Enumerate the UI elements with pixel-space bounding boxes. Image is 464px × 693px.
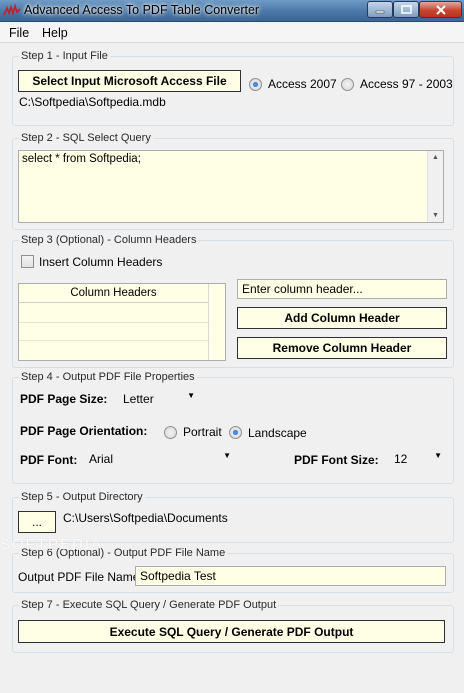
title-bar: Advanced Access To PDF Table Converter <box>0 0 464 22</box>
font-label: PDF Font: <box>20 453 78 467</box>
access-97-label: Access 97 - 2003 <box>360 77 453 91</box>
remove-column-header-button[interactable]: Remove Column Header <box>237 337 447 359</box>
output-file-name-input[interactable]: Softpedia Test <box>135 566 446 586</box>
step7-title: Step 7 - Execute SQL Query / Generate PD… <box>19 598 279 612</box>
portrait-label: Portrait <box>183 425 222 439</box>
grid-line <box>19 322 209 323</box>
window-title: Advanced Access To PDF Table Converter <box>24 3 260 17</box>
minimize-icon <box>375 10 385 13</box>
dropdown-arrow-icon: ▼ <box>434 451 442 460</box>
scroll-down-icon[interactable]: ▼ <box>432 212 439 219</box>
portrait-radio[interactable] <box>164 426 177 439</box>
landscape-label: Landscape <box>248 426 307 440</box>
grid-scrollbar[interactable] <box>208 284 225 360</box>
sql-query-input[interactable]: select * from Softpedia; ▲ ▼ <box>18 150 444 223</box>
step6-group: Step 6 (Optional) - Output PDF File Name… <box>12 546 454 593</box>
close-icon <box>435 4 446 15</box>
minimize-button[interactable] <box>367 1 393 18</box>
sql-scrollbar[interactable]: ▲ ▼ <box>427 151 443 222</box>
output-file-name-label: Output PDF File Name: <box>18 570 143 584</box>
sql-query-text: select * from Softpedia; <box>22 153 141 165</box>
font-size-value: 12 <box>394 452 408 466</box>
step3-group: Step 3 (Optional) - Column Headers Inser… <box>12 233 454 368</box>
menu-help[interactable]: Help <box>42 26 68 40</box>
select-input-file-button[interactable]: Select Input Microsoft Access File <box>18 70 241 92</box>
step7-group: Step 7 - Execute SQL Query / Generate PD… <box>12 598 454 653</box>
column-headers-grid-header: Column Headers <box>19 284 209 303</box>
insert-headers-checkbox[interactable] <box>21 255 34 268</box>
page-size-label: PDF Page Size: <box>20 392 108 406</box>
maximize-icon <box>400 5 412 14</box>
step3-title: Step 3 (Optional) - Column Headers <box>19 233 199 247</box>
grid-line <box>19 340 209 341</box>
access-2007-radio[interactable] <box>249 78 262 91</box>
font-size-label: PDF Font Size: <box>294 453 379 467</box>
menu-file[interactable]: File <box>9 26 29 40</box>
step2-group: Step 2 - SQL Select Query select * from … <box>12 131 454 230</box>
app-icon <box>3 3 21 16</box>
access-2007-label: Access 2007 <box>268 77 337 91</box>
execute-button[interactable]: Execute SQL Query / Generate PDF Output <box>18 620 445 643</box>
menu-bar: File Help <box>0 23 464 43</box>
scroll-up-icon[interactable]: ▲ <box>432 154 439 161</box>
font-size-select[interactable]: 12 ▼ <box>390 449 444 469</box>
page-size-value: Letter <box>123 392 154 406</box>
watermark: SOFTPEDIA <box>0 536 104 553</box>
browse-directory-button[interactable]: ... <box>18 511 56 533</box>
access-97-radio[interactable] <box>341 78 354 91</box>
step1-group: Step 1 - Input File Select Input Microso… <box>12 49 454 126</box>
page-size-select[interactable]: Letter ▼ <box>119 389 197 409</box>
step1-title: Step 1 - Input File <box>19 49 110 63</box>
step4-group: Step 4 - Output PDF File Properties PDF … <box>12 370 454 484</box>
dropdown-arrow-icon: ▼ <box>187 391 195 400</box>
close-button[interactable] <box>419 1 462 18</box>
step5-title: Step 5 - Output Directory <box>19 490 145 504</box>
font-select[interactable]: Arial ▼ <box>85 449 233 469</box>
font-value: Arial <box>89 452 114 466</box>
orientation-label: PDF Page Orientation: <box>20 424 148 438</box>
step4-title: Step 4 - Output PDF File Properties <box>19 370 197 384</box>
maximize-button[interactable] <box>393 1 419 18</box>
column-header-input[interactable]: Enter column header... <box>237 279 447 299</box>
insert-headers-label: Insert Column Headers <box>39 255 163 269</box>
column-headers-grid[interactable]: Column Headers <box>18 283 226 361</box>
dropdown-arrow-icon: ▼ <box>223 451 231 460</box>
step2-title: Step 2 - SQL Select Query <box>19 131 153 145</box>
input-file-path: C:\Softpedia\Softpedia.mdb <box>19 95 166 109</box>
output-directory-path: C:\Users\Softpedia\Documents <box>63 511 228 525</box>
add-column-header-button[interactable]: Add Column Header <box>237 307 447 329</box>
landscape-radio[interactable] <box>229 426 242 439</box>
